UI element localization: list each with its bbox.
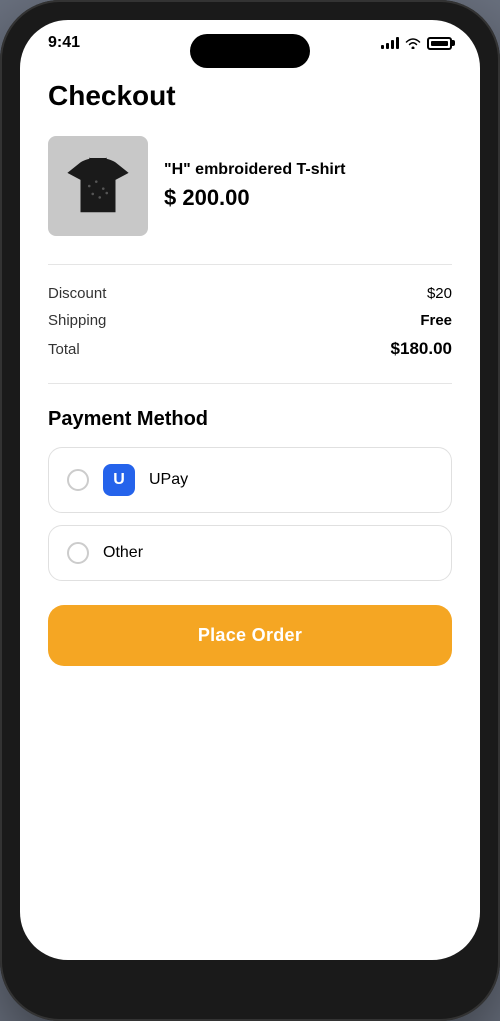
shipping-label: Shipping: [48, 312, 106, 329]
dynamic-island: [190, 34, 310, 68]
section-divider: [48, 383, 452, 384]
battery-icon: [427, 37, 452, 50]
status-time: 9:41: [48, 34, 80, 52]
total-value: $180.00: [391, 339, 452, 359]
shipping-row: Shipping Free: [48, 312, 452, 329]
upay-logo-text: U: [113, 471, 125, 489]
payment-section: Payment Method U UPay Other: [48, 408, 452, 581]
discount-label: Discount: [48, 285, 106, 302]
product-name: "H" embroidered T-shirt: [164, 161, 345, 179]
product-price: $ 200.00: [164, 185, 345, 211]
phone-frame: 9:41 Checkout: [0, 0, 500, 1021]
signal-bars-icon: [381, 37, 399, 49]
page-title: Checkout: [48, 80, 452, 112]
tshirt-icon: [63, 151, 133, 221]
place-order-button[interactable]: Place Order: [48, 605, 452, 666]
radio-upay[interactable]: [67, 469, 89, 491]
total-label: Total: [48, 341, 80, 358]
upay-label: UPay: [149, 471, 188, 489]
wifi-icon: [405, 37, 421, 49]
product-info: "H" embroidered T-shirt $ 200.00: [164, 161, 345, 211]
discount-row: Discount $20: [48, 285, 452, 302]
shipping-value: Free: [420, 312, 452, 329]
product-image: [48, 136, 148, 236]
status-icons: [381, 37, 452, 50]
payment-option-upay[interactable]: U UPay: [48, 447, 452, 513]
phone-screen: 9:41 Checkout: [20, 20, 480, 960]
radio-other[interactable]: [67, 542, 89, 564]
main-content: Checkout: [20, 60, 480, 960]
order-summary: Discount $20 Shipping Free Total $180.00: [48, 264, 452, 359]
total-row: Total $180.00: [48, 339, 452, 359]
other-label: Other: [103, 544, 143, 562]
product-card: "H" embroidered T-shirt $ 200.00: [48, 136, 452, 236]
payment-option-other[interactable]: Other: [48, 525, 452, 581]
discount-value: $20: [427, 285, 452, 302]
upay-logo: U: [103, 464, 135, 496]
payment-title: Payment Method: [48, 408, 452, 431]
